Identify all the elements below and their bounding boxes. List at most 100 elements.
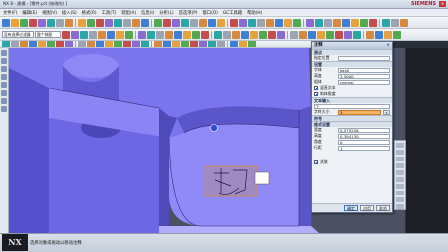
tool-icon[interactable]: [223, 30, 231, 39]
tool-icon[interactable]: [20, 18, 28, 27]
char-size-menu-icon[interactable]: ▾: [383, 109, 390, 115]
tool-icon[interactable]: [163, 41, 171, 47]
tool-icon[interactable]: [324, 18, 332, 27]
tool-icon[interactable]: [107, 30, 115, 39]
resource-tab-icon[interactable]: [1, 50, 7, 56]
tool-icon[interactable]: [105, 18, 113, 27]
tool-icon[interactable]: [154, 41, 162, 47]
tool-icon[interactable]: [89, 30, 97, 39]
tool-icon[interactable]: [78, 18, 86, 27]
tool-icon[interactable]: [65, 41, 73, 47]
tool-icon[interactable]: [299, 30, 307, 39]
menu-item-12[interactable]: 帮助(H): [247, 10, 262, 16]
tool-icon[interactable]: [190, 41, 198, 47]
tool-icon[interactable]: [11, 41, 19, 47]
tool-icon[interactable]: [114, 41, 122, 47]
tool-icon[interactable]: [11, 18, 19, 27]
menu-item-1[interactable]: 编辑(E): [22, 10, 37, 16]
tool-icon[interactable]: [250, 30, 258, 39]
tool-icon[interactable]: [62, 30, 70, 39]
height2-field[interactable]: 0.394130: [338, 133, 390, 139]
checkbox-associative[interactable]: 关联: [312, 159, 392, 165]
width-field[interactable]: 0.579256: [338, 127, 390, 133]
tool-icon[interactable]: [132, 18, 140, 27]
resource-tab-icon[interactable]: [1, 106, 7, 112]
tool-icon[interactable]: [217, 41, 225, 47]
tool-icon[interactable]: [96, 18, 104, 27]
resource-tab-icon[interactable]: [1, 58, 7, 64]
tool-icon[interactable]: [190, 18, 198, 27]
tool-icon[interactable]: [266, 18, 274, 27]
tool-icon[interactable]: [98, 30, 106, 39]
tool-icon[interactable]: [47, 18, 55, 27]
tool-icon[interactable]: [199, 41, 207, 47]
tool-icon[interactable]: [248, 18, 256, 27]
tool-icon[interactable]: [208, 18, 216, 27]
text-input[interactable]: T: [314, 103, 390, 109]
view-tool-icon[interactable]: [396, 143, 404, 148]
bold-field[interactable]: normal: [338, 79, 390, 85]
resource-tab-icon[interactable]: [1, 66, 7, 72]
tool-icon[interactable]: [315, 18, 323, 27]
tool-icon[interactable]: [259, 30, 267, 39]
tool-icon[interactable]: [172, 41, 180, 47]
tool-icon[interactable]: [192, 30, 200, 39]
tool-icon[interactable]: [132, 41, 140, 47]
tool-icon[interactable]: [275, 18, 283, 27]
view-tool-icon[interactable]: [396, 183, 404, 189]
close-button[interactable]: ✕: [439, 1, 446, 7]
view-tool-icon[interactable]: [396, 163, 404, 169]
tool-icon[interactable]: [141, 41, 149, 47]
tool-icon[interactable]: [2, 18, 10, 27]
menu-item-8[interactable]: 分析(L): [159, 10, 173, 16]
font-field[interactable]: kanji: [338, 67, 390, 73]
tool-icon[interactable]: [333, 18, 341, 27]
tool-icon[interactable]: [230, 41, 238, 47]
tool-icon[interactable]: [293, 18, 301, 27]
height-field[interactable]: 3.5000: [338, 73, 390, 79]
tool-icon[interactable]: [241, 30, 249, 39]
tool-icon[interactable]: [87, 41, 95, 47]
tool-icon[interactable]: [257, 18, 265, 27]
tool-icon[interactable]: [80, 30, 88, 39]
menu-item-5[interactable]: 工具(T): [102, 10, 117, 16]
tool-icon[interactable]: [369, 18, 377, 27]
vertical-checkbox[interactable]: [314, 86, 318, 90]
tool-icon[interactable]: [2, 41, 10, 47]
tool-icon[interactable]: [29, 41, 37, 47]
tool-icon[interactable]: [230, 18, 238, 27]
resource-tab-icon[interactable]: [1, 90, 7, 96]
tool-icon[interactable]: [165, 30, 173, 39]
apply-button[interactable]: 应用: [360, 205, 374, 211]
tool-icon[interactable]: [20, 41, 28, 47]
row-spacing[interactable]: 行距 1: [312, 145, 392, 151]
tool-icon[interactable]: [125, 30, 133, 39]
view-tool-icon[interactable]: [396, 149, 404, 155]
tool-icon[interactable]: [214, 30, 222, 39]
view-tool-icon[interactable]: [396, 170, 404, 175]
tool-icon[interactable]: [96, 41, 104, 47]
char-size-field[interactable]: 3: [338, 109, 381, 115]
menu-item-2[interactable]: 视图(V): [42, 10, 57, 16]
tool-icon[interactable]: [239, 18, 247, 27]
tool-icon[interactable]: [87, 18, 95, 27]
tool-icon[interactable]: [163, 18, 171, 27]
tool-icon[interactable]: [353, 30, 361, 39]
tool-icon[interactable]: [56, 41, 64, 47]
tool-icon[interactable]: [208, 41, 216, 47]
tool-icon[interactable]: [335, 30, 343, 39]
tool-icon[interactable]: [268, 30, 276, 39]
tool-icon[interactable]: [248, 41, 256, 47]
resource-tab-icon[interactable]: [1, 82, 7, 88]
tool-icon[interactable]: [38, 41, 46, 47]
tool-icon[interactable]: [366, 30, 374, 39]
tool-icon[interactable]: [342, 18, 350, 27]
tool-icon[interactable]: [65, 18, 73, 27]
resource-tab-icon[interactable]: [1, 74, 7, 80]
tool-icon[interactable]: [375, 30, 383, 39]
italic-checkbox[interactable]: [314, 92, 318, 96]
tool-icon[interactable]: [123, 41, 131, 47]
spacing-field[interactable]: 1: [338, 145, 390, 151]
menu-item-3[interactable]: 插入(S): [62, 10, 77, 16]
tool-icon[interactable]: [181, 41, 189, 47]
